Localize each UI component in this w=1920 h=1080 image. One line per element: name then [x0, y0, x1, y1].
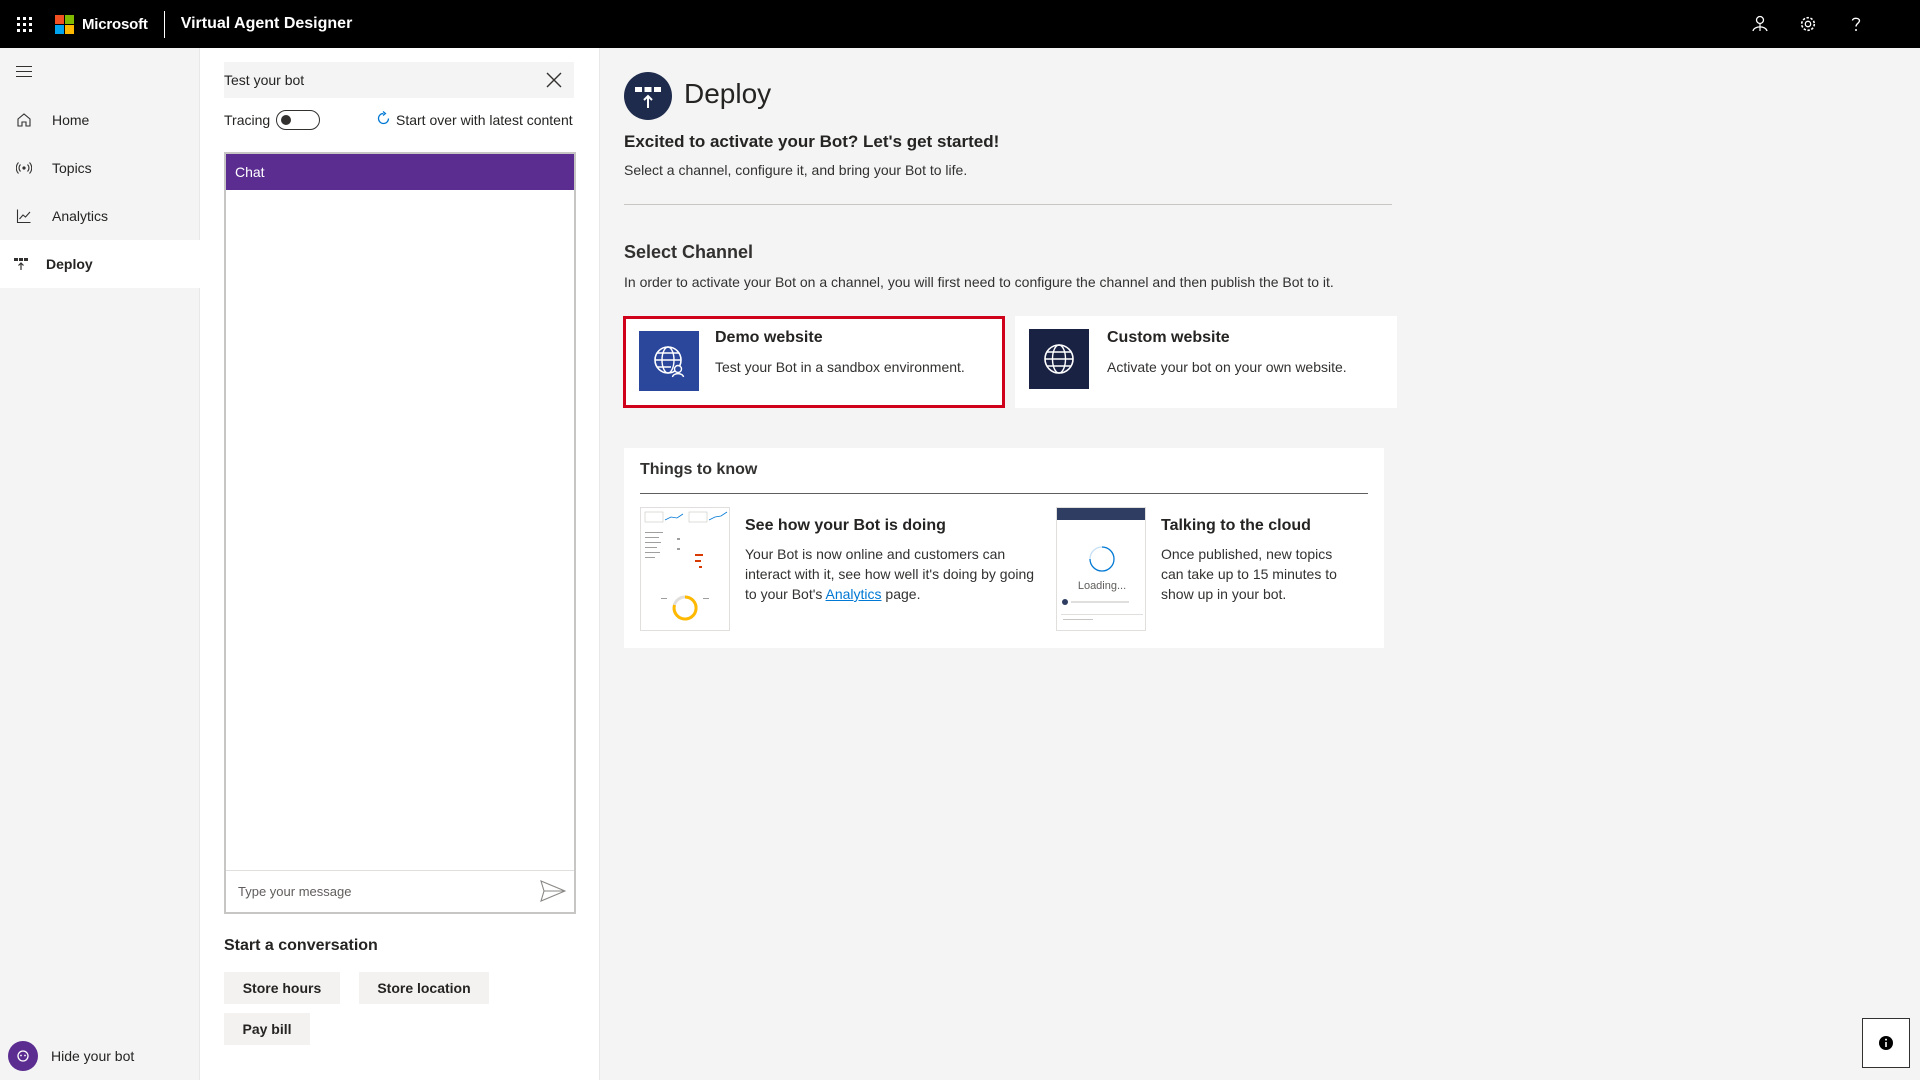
tracing-control: Tracing	[224, 110, 321, 130]
microsoft-logo[interactable]: Microsoft	[55, 14, 148, 34]
channel-description: Test your Bot in a sandbox environment.	[715, 359, 965, 375]
analytics-icon	[15, 207, 33, 225]
tip-text: Once published, new topics can take up t…	[1161, 546, 1337, 602]
bot-icon	[8, 1041, 38, 1071]
channel-card-custom-website[interactable]: Custom website Activate your bot on your…	[1015, 316, 1397, 408]
nav-item-analytics[interactable]: Analytics	[0, 192, 200, 240]
top-bar: Microsoft Virtual Agent Designer	[0, 0, 1920, 48]
refresh-icon	[376, 111, 391, 129]
main-content: Deploy Excited to activate your Bot? Let…	[600, 48, 1920, 1080]
home-icon	[15, 111, 33, 129]
suggestion-button[interactable]: Store location	[359, 972, 489, 1004]
waffle-icon[interactable]	[0, 0, 48, 48]
loading-text: Loading...	[1077, 580, 1127, 592]
things-to-know-heading: Things to know	[640, 461, 758, 478]
send-icon[interactable]	[540, 880, 567, 902]
tip-title: See how your Bot is doing	[745, 517, 946, 534]
divider	[640, 493, 1368, 494]
nav-item-label: Topics	[52, 160, 92, 176]
page-description: Select a channel, configure it, and brin…	[624, 162, 968, 178]
select-channel-heading: Select Channel	[624, 242, 754, 262]
analytics-link[interactable]: Analytics	[826, 586, 882, 602]
title-divider	[163, 10, 165, 38]
tip-title: Talking to the cloud	[1161, 517, 1311, 534]
nav-item-topics[interactable]: Topics	[0, 144, 200, 192]
chat-title: Chat	[235, 164, 265, 180]
select-channel-description: In order to activate your Bot on a chann…	[624, 274, 1334, 290]
deploy-icon	[12, 255, 30, 273]
tracing-label: Tracing	[224, 112, 271, 128]
nav-item-label: Analytics	[52, 208, 109, 224]
person-icon[interactable]	[1747, 12, 1772, 37]
channel-title: Custom website	[1107, 329, 1230, 346]
start-conversation-heading: Start a conversation	[224, 937, 378, 954]
nav-item-deploy[interactable]: Deploy	[0, 240, 200, 288]
page-title: Deploy	[684, 78, 772, 109]
tip-text: Your Bot is now online and customers can…	[745, 544, 1047, 604]
help-icon[interactable]	[1843, 12, 1868, 37]
chat-header: Chat	[226, 154, 574, 190]
analytics-thumbnail	[640, 507, 730, 631]
gear-icon[interactable]	[1795, 12, 1820, 37]
suggestion-button[interactable]: Store hours	[224, 972, 340, 1004]
chat-input-placeholder: Type your message	[238, 884, 352, 899]
info-button[interactable]	[1862, 1018, 1910, 1068]
microsoft-logo-icon	[55, 14, 74, 34]
start-over-button[interactable]: Start over with latest content	[376, 111, 573, 129]
suggestion-button[interactable]: Pay bill	[224, 1013, 310, 1045]
channel-description: Activate your bot on your own website.	[1107, 359, 1347, 375]
close-icon[interactable]	[544, 70, 564, 90]
globe-person-icon	[639, 331, 699, 391]
test-panel-title: Test your bot	[224, 72, 305, 88]
info-icon	[1879, 1036, 1893, 1050]
divider	[624, 204, 1392, 205]
channel-title: Demo website	[715, 329, 823, 346]
hamburger-menu-icon[interactable]	[16, 66, 32, 81]
test-bot-panel: Test your bot Tracing Start over with la…	[200, 48, 600, 1080]
tip-text-part: page.	[881, 586, 921, 602]
globe-icon	[1029, 329, 1089, 389]
app-title[interactable]: Virtual Agent Designer	[181, 15, 353, 33]
nav-item-home[interactable]: Home	[0, 96, 200, 144]
channel-card-demo-website[interactable]: Demo website Test your Bot in a sandbox …	[623, 316, 1005, 408]
cloud-thumbnail: Loading...	[1056, 507, 1146, 631]
nav-item-label: Deploy	[46, 256, 93, 272]
chat-window: Chat Type your message	[224, 152, 576, 914]
test-panel-header: Test your bot	[224, 62, 574, 98]
start-over-label: Start over with latest content	[396, 112, 573, 128]
things-to-know-panel: Things to know See how your Bot is doing	[624, 448, 1384, 648]
chat-message-input[interactable]: Type your message	[226, 870, 574, 912]
hide-bot-button[interactable]: Hide your bot	[8, 1041, 134, 1071]
page-subtitle: Excited to activate your Bot? Let's get …	[624, 132, 1000, 151]
left-nav: Home Topics Analytics Deploy Hide your b…	[0, 48, 200, 1080]
deploy-header-icon	[624, 72, 672, 120]
tracing-toggle[interactable]	[276, 110, 321, 130]
topics-icon	[15, 159, 33, 177]
brand-name: Microsoft	[82, 15, 148, 33]
nav-item-label: Home	[52, 112, 90, 128]
hide-bot-label: Hide your bot	[51, 1048, 135, 1064]
